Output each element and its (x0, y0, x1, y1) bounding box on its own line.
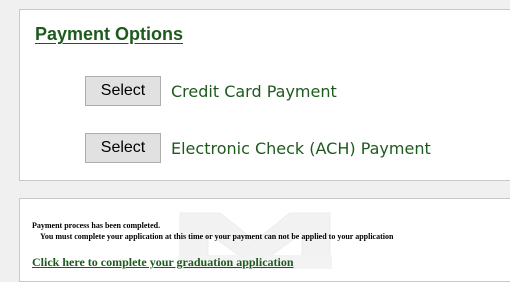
select-ach-button[interactable]: Select (85, 133, 161, 163)
complete-application-notice: You must complete your application at th… (40, 232, 394, 241)
page: Payment Options Select Credit Card Payme… (0, 0, 510, 282)
payment-complete-message: Payment process has been completed. (32, 221, 161, 230)
option-row-credit-card: Select Credit Card Payment (85, 76, 337, 106)
credit-card-payment-label: Credit Card Payment (171, 81, 337, 101)
select-credit-card-button[interactable]: Select (85, 76, 161, 106)
payment-options-heading: Payment Options (35, 24, 184, 44)
ach-payment-label: Electronic Check (ACH) Payment (171, 138, 431, 158)
option-row-ach: Select Electronic Check (ACH) Payment (85, 133, 431, 163)
payment-status-panel: Payment process has been completed. You … (19, 198, 510, 282)
complete-graduation-application-link[interactable]: Click here to complete your graduation a… (32, 255, 294, 270)
